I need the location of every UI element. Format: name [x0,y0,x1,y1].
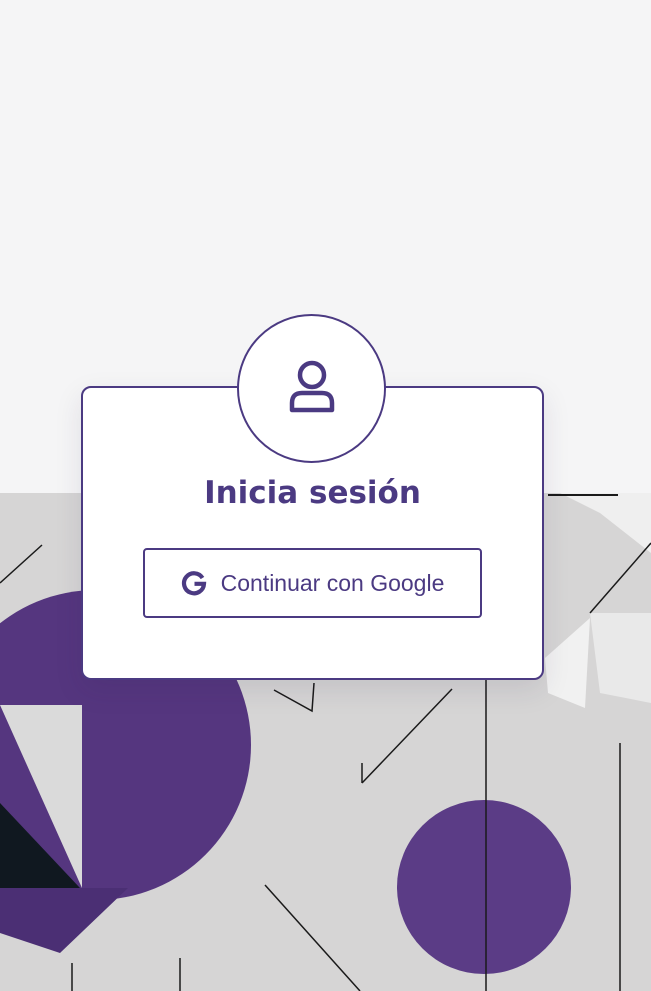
continue-with-google-button[interactable]: Continuar con Google [143,548,482,618]
avatar [237,314,386,463]
google-g-icon [181,570,207,596]
user-icon [287,360,337,418]
page-title: Inicia sesión [204,475,421,511]
google-button-label: Continuar con Google [220,569,445,596]
art-circle-small [397,800,571,974]
